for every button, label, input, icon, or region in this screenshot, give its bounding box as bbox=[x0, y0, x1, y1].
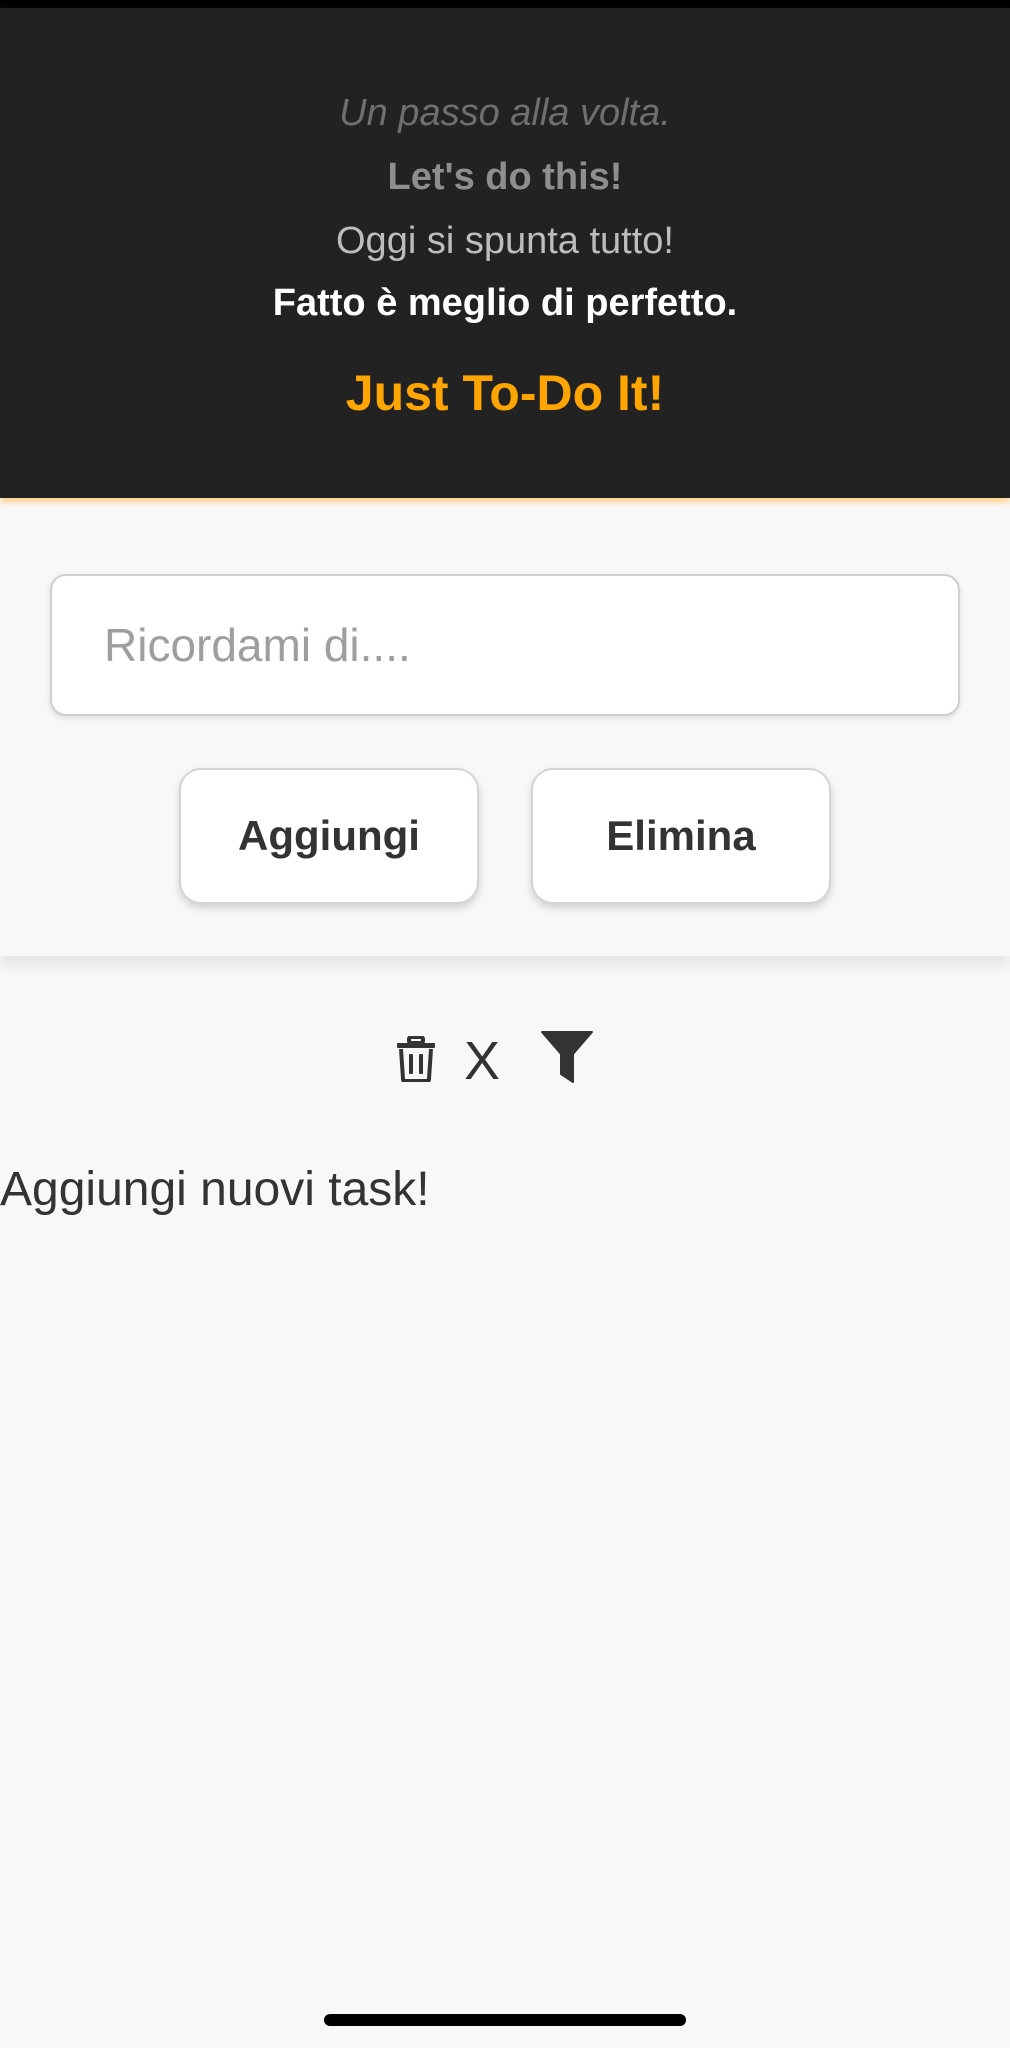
app-title: Just To-Do It! bbox=[345, 365, 665, 421]
list-toolbar: X bbox=[0, 1020, 1010, 1100]
task-form: Aggiungi Elimina bbox=[0, 510, 1010, 956]
clear-button[interactable]: X bbox=[464, 1034, 500, 1088]
task-input[interactable] bbox=[50, 574, 960, 716]
home-indicator[interactable] bbox=[324, 2014, 686, 2026]
motto-line-3: Oggi si spunta tutto! bbox=[336, 220, 674, 262]
status-bar bbox=[0, 0, 1010, 8]
add-button[interactable]: Aggiungi bbox=[179, 768, 479, 904]
motto-line-2: Let's do this! bbox=[387, 156, 623, 198]
trash-icon[interactable] bbox=[396, 1036, 436, 1082]
filter-icon[interactable] bbox=[540, 1030, 594, 1084]
delete-button[interactable]: Elimina bbox=[531, 768, 831, 904]
motto-line-4: Fatto è meglio di perfetto. bbox=[272, 282, 738, 324]
empty-list-message: Aggiungi nuovi task! bbox=[0, 1163, 430, 1216]
motto-line-1: Un passo alla volta. bbox=[339, 92, 671, 134]
app-header: Un passo alla volta. Let's do this! Oggi… bbox=[0, 8, 1010, 498]
